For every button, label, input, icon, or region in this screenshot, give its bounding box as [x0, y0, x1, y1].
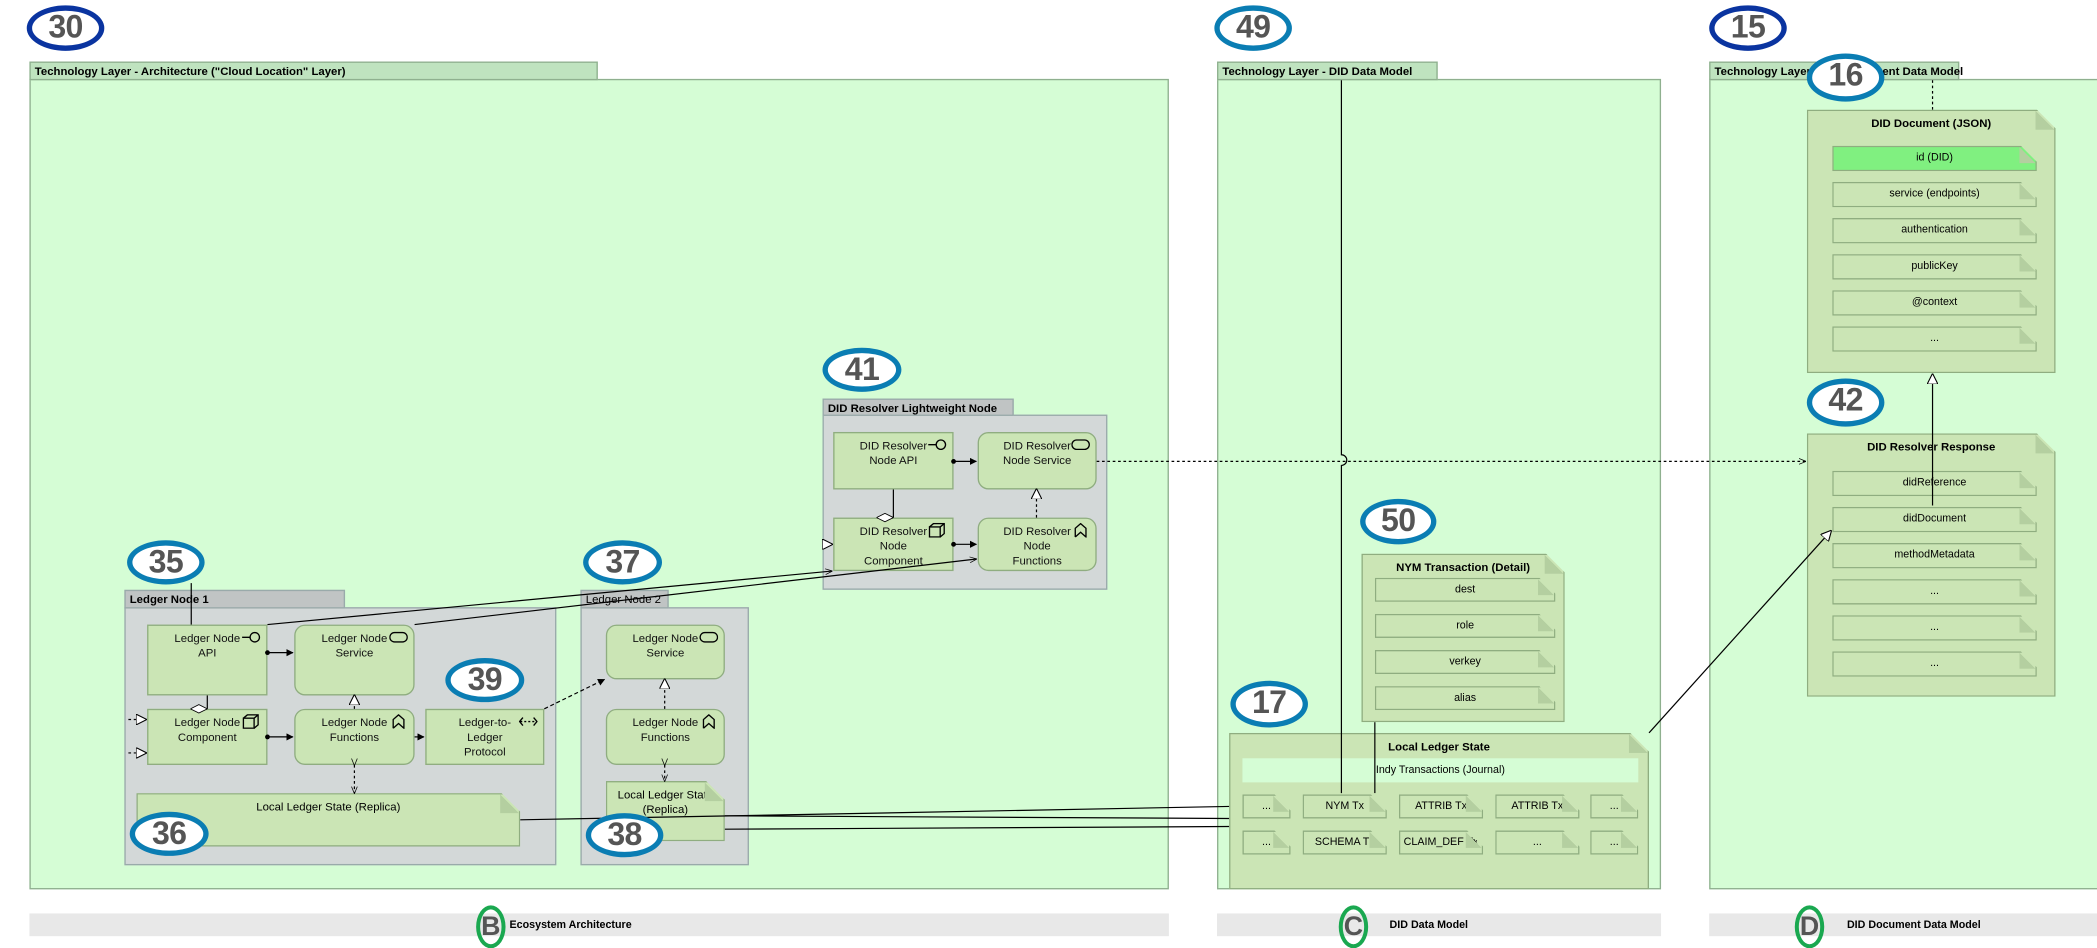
label: Ledger Node Functions	[632, 715, 699, 744]
resolver-node-functions[interactable]: DID Resolver Node Functions	[977, 517, 1097, 572]
nym-field-alias[interactable]: alias	[1375, 686, 1556, 710]
callout-badge-50: 50	[1360, 498, 1437, 545]
footer-letter-b: B	[476, 905, 506, 948]
did-document-field-authentication[interactable]: authentication	[1832, 218, 2037, 243]
callout-badge-16: 16	[1806, 53, 1885, 102]
label: Ledger Node Component	[174, 715, 241, 744]
footer-label-ecosystem: Ecosystem Architecture	[509, 918, 632, 931]
interface-icon	[928, 439, 947, 451]
nym-transaction-title: NYM Transaction (Detail)	[1396, 560, 1531, 574]
journal-label: Indy Transactions (Journal)	[1242, 758, 1638, 782]
footer-bar-did-data-model: DID Data Model	[1217, 913, 1662, 937]
callout-badge-37: 37	[583, 540, 663, 585]
component-cube-icon	[928, 522, 945, 538]
response-field-didreference[interactable]: didReference	[1832, 471, 2037, 496]
response-field-more[interactable]: ...	[1832, 579, 2037, 604]
resolver-node-service[interactable]: DID Resolver Node Service	[977, 431, 1097, 490]
response-field-more[interactable]: ...	[1832, 651, 2037, 676]
footer-label-did-data-model: DID Data Model	[1389, 918, 1469, 931]
callout-badge-35: 35	[127, 540, 205, 585]
resolver-node-api[interactable]: DID Resolver Node API	[833, 431, 954, 490]
label: Ledger Node API	[174, 631, 241, 660]
tx-cell-attrib[interactable]: ATTRIB Tx	[1495, 794, 1579, 818]
group-did-data-model-title: Technology Layer - DID Data Model	[1217, 61, 1438, 81]
response-field-more[interactable]: ...	[1832, 615, 2037, 640]
ledger-node-2-title: Ledger Node 2	[580, 589, 669, 609]
nym-field-verkey[interactable]: verkey	[1375, 650, 1556, 674]
ledger-node-1-functions[interactable]: Ledger Node Functions	[294, 708, 415, 765]
resolver-node-title: DID Resolver Lightweight Node	[822, 398, 1014, 416]
label: Local Ledger State (Replica)	[256, 799, 401, 814]
callout-badge-38: 38	[585, 813, 664, 858]
nym-field-role[interactable]: role	[1375, 614, 1556, 638]
function-icon	[1074, 522, 1087, 538]
label: DID Resolver Node API	[859, 438, 928, 467]
ledger-node-1-service[interactable]: Ledger Node Service	[294, 624, 415, 696]
callout-badge-17: 17	[1230, 680, 1308, 728]
label: Ledger-to- Ledger Protocol	[458, 715, 512, 759]
did-resolver-response-title: DID Resolver Response	[1867, 440, 1996, 454]
local-ledger-state[interactable]: Local Ledger State Indy Transactions (Jo…	[1229, 733, 1649, 889]
function-icon	[392, 714, 405, 729]
ledger-node-1-title: Ledger Node 1	[124, 589, 346, 609]
ledger-to-ledger-protocol[interactable]: Ledger-to- Ledger Protocol	[425, 708, 545, 765]
did-document-field-more[interactable]: ...	[1832, 326, 2037, 351]
tx-cell-claim-def[interactable]: CLAIM_DEF Tx	[1399, 831, 1483, 855]
nym-field-dest[interactable]: dest	[1375, 578, 1556, 602]
interface-icon	[242, 631, 261, 643]
nym-transaction-detail[interactable]: NYM Transaction (Detail) dest role verke…	[1361, 554, 1564, 723]
did-resolver-response[interactable]: DID Resolver Response didReference didDo…	[1807, 433, 2056, 696]
callout-badge-30: 30	[26, 5, 105, 51]
tx-cell[interactable]: ...	[1590, 831, 1638, 855]
footer-letter-c: C	[1338, 905, 1369, 948]
response-field-diddocument[interactable]: didDocument	[1832, 507, 2037, 532]
label: DID Resolver Node Service	[1003, 438, 1072, 467]
tx-cell[interactable]: ...	[1242, 831, 1290, 855]
tx-cell-attrib[interactable]: ATTRIB Tx	[1399, 794, 1483, 818]
ledger-node-1-api[interactable]: Ledger Node API	[147, 624, 268, 696]
service-icon	[699, 631, 719, 643]
resolver-node-component[interactable]: DID Resolver Node Component	[833, 517, 954, 572]
tx-cell[interactable]: ...	[1590, 794, 1638, 818]
tx-cell[interactable]: ...	[1242, 794, 1290, 818]
callout-badge-42: 42	[1806, 378, 1885, 427]
callout-badge-39: 39	[445, 658, 525, 703]
label: Ledger Node Service	[632, 631, 699, 660]
ledger-node-2-service[interactable]: Ledger Node Service	[605, 624, 725, 680]
did-document-field-publickey[interactable]: publicKey	[1832, 254, 2037, 279]
service-icon	[1071, 439, 1090, 451]
tx-cell-schema[interactable]: SCHEMA Tx	[1303, 831, 1387, 855]
tx-cell[interactable]: ...	[1495, 831, 1579, 855]
response-field-methodmetadata[interactable]: methodMetadata	[1832, 543, 2037, 568]
component-cube-icon	[242, 714, 259, 729]
footer-bar-ecosystem: Ecosystem Architecture	[29, 913, 1169, 937]
ledger-node-2-functions[interactable]: Ledger Node Functions	[605, 708, 725, 765]
ledger-node-1-component[interactable]: Ledger Node Component	[147, 708, 268, 765]
callout-badge-15: 15	[1709, 5, 1787, 51]
footer-bar-did-document-data-model: DID Document Data Model	[1709, 913, 2097, 937]
callout-badge-36: 36	[129, 811, 209, 856]
footer-letter-d: D	[1794, 905, 1825, 948]
label: Ledger Node Functions	[321, 715, 388, 744]
label: DID Resolver Node Functions	[1003, 524, 1071, 568]
local-ledger-state-title: Local Ledger State	[1388, 739, 1490, 753]
did-document-field-service[interactable]: service (endpoints)	[1832, 182, 2037, 207]
did-document-field-context[interactable]: @context	[1832, 290, 2037, 315]
did-document-title: DID Document (JSON)	[1871, 116, 1992, 130]
label: Ledger Node Service	[321, 631, 388, 660]
service-icon	[389, 631, 408, 643]
diagram-canvas: 30 Technology Layer - Architecture ("Clo…	[0, 0, 2097, 948]
interaction-icon	[518, 717, 538, 726]
group-architecture-title: Technology Layer - Architecture ("Cloud …	[29, 61, 598, 81]
callout-badge-41: 41	[822, 347, 902, 392]
label: DID Resolver Node Component	[859, 524, 928, 568]
did-document[interactable]: DID Document (JSON) id (DID) service (en…	[1807, 110, 2056, 373]
function-icon	[702, 714, 715, 729]
tx-cell-nym[interactable]: NYM Tx	[1303, 794, 1387, 818]
footer-label-did-document-data-model: DID Document Data Model	[1846, 918, 1981, 931]
did-document-field-id[interactable]: id (DID)	[1832, 146, 2037, 171]
callout-badge-49: 49	[1214, 5, 1292, 51]
